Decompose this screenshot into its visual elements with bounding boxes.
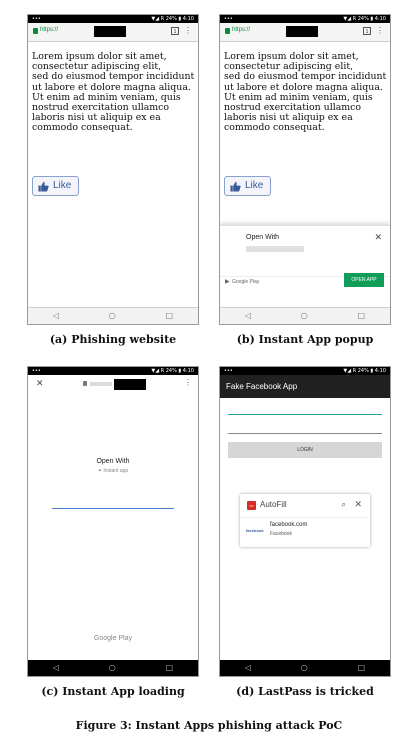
- status-bar: ••• ▼◢ R 24% ▮ 4:10: [28, 367, 198, 375]
- nav-bar: ◁ ○ □: [28, 307, 198, 324]
- url-bar[interactable]: https:// 1 ⋮: [220, 23, 390, 42]
- signal-icon: •••: [224, 368, 233, 374]
- home-icon[interactable]: ○: [301, 312, 308, 320]
- instant-app-label: ✦ Instant app: [97, 468, 129, 474]
- panel-c-instant-app-loading: ••• ▼◢ R 24% ▮ 4:10 ✕ ⋮ Open With ✦ Inst…: [27, 366, 199, 677]
- recents-icon[interactable]: □: [358, 664, 366, 672]
- back-icon[interactable]: ◁: [245, 664, 251, 672]
- nav-bar: ◁ ○ □: [220, 660, 390, 676]
- login-button[interactable]: LOGIN: [228, 442, 382, 458]
- close-icon[interactable]: ✕: [36, 378, 44, 389]
- popup-blurred-url: [246, 246, 304, 252]
- autofill-account-name[interactable]: Facebook: [270, 531, 292, 537]
- caption-a: (a) Phishing website: [49, 333, 177, 346]
- status-bar: ••• ▼◢ R 24% ▮ 4:10: [220, 367, 390, 375]
- search-icon[interactable]: ⌕: [342, 500, 346, 510]
- signal-icon: •••: [32, 16, 41, 22]
- nav-bar: ◁ ○ □: [28, 660, 198, 676]
- home-icon[interactable]: ○: [109, 312, 116, 320]
- url-text[interactable]: https://: [232, 27, 250, 33]
- status-icons: ▼◢ R 24% ▮ 4:10: [343, 368, 386, 374]
- like-label: Like: [245, 180, 264, 191]
- recents-icon[interactable]: □: [166, 312, 174, 320]
- autofill-card: ••• AutoFill ⌕ ✕ facebook facebook.com F…: [240, 494, 370, 547]
- status-bar: ••• ▼◢ R 24% ▮ 4:10: [28, 15, 198, 23]
- home-icon[interactable]: ○: [109, 664, 116, 672]
- thumbs-up-icon: [38, 181, 49, 192]
- app-title: Fake Facebook App: [220, 375, 390, 398]
- status-icons: ▼◢ R 24% ▮ 4:10: [151, 16, 194, 22]
- menu-icon[interactable]: ⋮: [184, 26, 192, 35]
- close-icon[interactable]: ✕: [354, 499, 362, 510]
- caption-d: (d) LastPass is tricked: [236, 685, 374, 698]
- popup-title: Open With: [246, 234, 280, 241]
- autofill-site[interactable]: facebook.com: [270, 522, 307, 528]
- url-text[interactable]: https://: [40, 27, 58, 33]
- facebook-logo: facebook: [246, 528, 264, 533]
- google-play-icon: ▶: [225, 279, 230, 285]
- back-icon[interactable]: ◁: [245, 312, 251, 320]
- menu-icon[interactable]: ⋮: [184, 378, 192, 387]
- redacted-url: [286, 26, 318, 37]
- divider: [240, 517, 370, 518]
- back-icon[interactable]: ◁: [53, 312, 59, 320]
- open-app-button[interactable]: OPEN APP: [344, 273, 384, 287]
- instant-app-toolbar: ✕ ⋮: [28, 375, 198, 393]
- close-icon[interactable]: ✕: [374, 232, 382, 243]
- like-button[interactable]: Like: [224, 176, 271, 196]
- like-label: Like: [53, 180, 72, 191]
- blurred-url: [90, 382, 112, 386]
- tabs-icon[interactable]: 1: [171, 27, 179, 35]
- google-play-label: Google Play: [93, 635, 133, 642]
- instant-app-popup: Open With ✕ ▶ Google Play OPEN APP: [220, 225, 390, 308]
- back-icon[interactable]: ◁: [53, 664, 59, 672]
- google-play-label: Google Play: [232, 279, 260, 285]
- panel-a-phishing-website: ••• ▼◢ R 24% ▮ 4:10 https:// 1 ⋮ Lorem i…: [27, 14, 199, 325]
- tabs-icon[interactable]: 1: [363, 27, 371, 35]
- lorem-text: Lorem ipsum dolor sit amet, consectetur …: [32, 51, 195, 134]
- loading-progress-bar: [52, 508, 174, 509]
- open-with-title: Open With: [96, 458, 130, 465]
- caption-c: (c) Instant App loading: [41, 685, 185, 698]
- lastpass-icon: •••: [247, 501, 256, 510]
- recents-icon[interactable]: □: [166, 664, 174, 672]
- lock-icon: [83, 381, 87, 386]
- signal-icon: •••: [32, 368, 41, 374]
- lock-icon: [225, 28, 230, 34]
- lorem-text: Lorem ipsum dolor sit amet, consectetur …: [224, 51, 387, 134]
- recents-icon[interactable]: □: [358, 312, 366, 320]
- figure-caption: Figure 3: Instant Apps phishing attack P…: [75, 719, 343, 732]
- home-icon[interactable]: ○: [301, 664, 308, 672]
- nav-bar: ◁ ○ □: [220, 307, 390, 324]
- lock-icon: [33, 28, 38, 34]
- password-field[interactable]: [228, 433, 382, 434]
- redacted-url: [114, 379, 146, 390]
- status-bar: ••• ▼◢ R 24% ▮ 4:10: [220, 15, 390, 23]
- signal-icon: •••: [224, 16, 233, 22]
- menu-icon[interactable]: ⋮: [376, 26, 384, 35]
- url-bar[interactable]: https:// 1 ⋮: [28, 23, 198, 42]
- autofill-title: AutoFill: [260, 500, 287, 509]
- like-button[interactable]: Like: [32, 176, 79, 196]
- caption-b: (b) Instant App popup: [236, 333, 374, 346]
- panel-b-instant-app-popup: ••• ▼◢ R 24% ▮ 4:10 https:// 1 ⋮ Lorem i…: [219, 14, 391, 325]
- status-icons: ▼◢ R 24% ▮ 4:10: [151, 368, 194, 374]
- thumbs-up-icon: [230, 181, 241, 192]
- username-field[interactable]: [228, 414, 382, 415]
- panel-d-lastpass-tricked: ••• ▼◢ R 24% ▮ 4:10 Fake Facebook App LO…: [219, 366, 391, 677]
- redacted-url: [94, 26, 126, 37]
- status-icons: ▼◢ R 24% ▮ 4:10: [343, 16, 386, 22]
